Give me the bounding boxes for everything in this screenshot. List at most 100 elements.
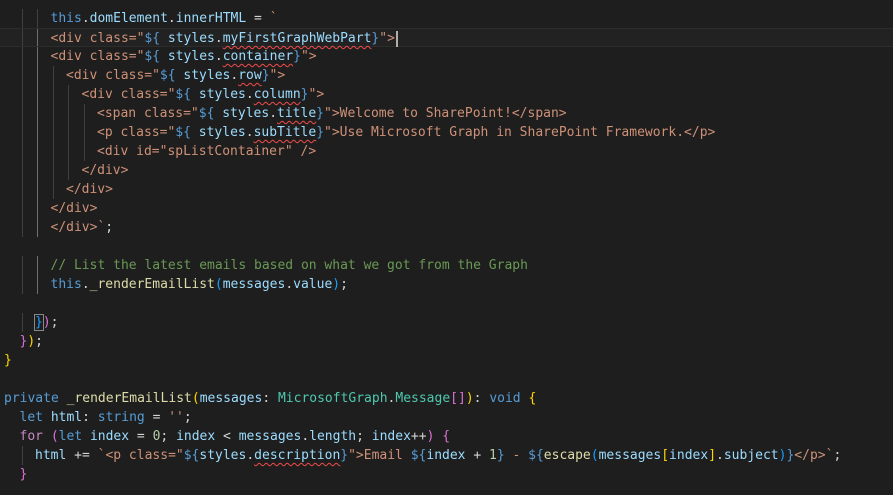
code-line[interactable]: <div class="${ styles.myFirstGraphWebPar…	[0, 28, 893, 47]
code-token: Message	[395, 391, 451, 406]
code-line[interactable]: }	[0, 351, 893, 370]
code-token: value	[293, 277, 333, 292]
code-token: ${	[144, 49, 161, 64]
code-line[interactable]: <p class="${ styles.subTitle}">Use Micro…	[0, 123, 893, 142]
code-line[interactable]: });	[0, 332, 893, 351]
code-line[interactable]: // List the latest emails based on what …	[0, 256, 893, 275]
code-editor[interactable]: this.domElement.innerHTML = ` <div class=…	[0, 0, 893, 495]
code-text: this._renderEmailList(messages.value);	[51, 275, 348, 294]
code-line[interactable]: </div>	[0, 180, 893, 199]
indent-guide	[68, 161, 69, 180]
code-token: _renderEmailList	[66, 391, 192, 406]
code-token: </div>	[66, 182, 113, 197]
code-line[interactable]: this.domElement.innerHTML = `	[0, 9, 893, 28]
code-line[interactable]: </div>	[0, 161, 893, 180]
code-token: .	[81, 11, 90, 26]
code-token: messages	[222, 277, 286, 292]
code-token: )	[27, 334, 36, 349]
code-text: // List the latest emails based on what …	[51, 256, 528, 275]
code-text: <div class="${ styles.column}">	[82, 85, 325, 104]
code-token: html	[50, 410, 83, 425]
code-line[interactable]: for (let index = 0; index < messages.len…	[0, 427, 893, 446]
code-token: length	[309, 429, 357, 444]
code-text: <div id="spListContainer" />	[97, 142, 316, 161]
indent-guide	[52, 85, 54, 104]
code-line[interactable]: </div>`;	[0, 218, 893, 237]
code-token: </div>`	[50, 220, 106, 235]
code-line[interactable]: <div class="${ styles.column}">	[0, 85, 893, 104]
code-token: ;	[35, 334, 43, 349]
code-token: ">	[300, 49, 317, 64]
indent-guide	[37, 256, 38, 275]
code-token: ">Use Microsoft Graph in SharePoint Fram…	[324, 125, 716, 140]
code-token: `<p class="	[97, 448, 184, 463]
code-token: {	[528, 391, 537, 406]
code-token: ${	[198, 106, 215, 121]
code-line[interactable]: }	[0, 465, 893, 484]
indent-guide	[37, 161, 38, 180]
indent-guide	[83, 123, 85, 142]
indent-guide	[37, 180, 38, 199]
code-token: domElement	[89, 11, 168, 26]
indent-guide	[37, 123, 38, 142]
code-token: title	[277, 106, 317, 121]
code-line[interactable]: this._renderEmailList(messages.value);	[0, 275, 893, 294]
code-token: styles	[222, 106, 270, 121]
code-line[interactable]	[0, 237, 893, 256]
code-token: styles	[183, 68, 231, 83]
indent-guide	[68, 123, 69, 142]
indent-guide	[37, 218, 38, 237]
code-line[interactable]: <span class="${ styles.title}">Welcome t…	[0, 104, 893, 123]
indent-guide	[21, 47, 23, 66]
code-line[interactable]	[0, 370, 893, 389]
code-token: styles	[199, 448, 247, 463]
code-token: <div id="spListContainer" />	[97, 144, 317, 159]
code-token: ''	[168, 410, 184, 425]
code-token: }	[293, 49, 301, 64]
code-token: ${	[183, 448, 200, 463]
code-token: .	[285, 277, 294, 292]
code-token: </p>`	[794, 448, 834, 463]
code-text: <p class="${ styles.subTitle}">Use Micro…	[97, 123, 715, 142]
code-token: <p class="	[97, 125, 176, 140]
code-token: let	[58, 429, 83, 444]
code-token: ">Welcome to SharePoint!</span>	[324, 106, 567, 121]
indent-guide	[52, 142, 54, 161]
code-token: }	[316, 106, 324, 121]
indent-guide	[68, 85, 69, 104]
code-token: ${	[175, 87, 192, 102]
code-token: ${	[159, 68, 176, 83]
code-token: myFirstGraphWebPart	[222, 31, 372, 46]
code-token: subject	[723, 448, 779, 463]
code-token: void	[489, 391, 521, 406]
code-token: messages	[199, 391, 263, 406]
code-text: </div>	[66, 180, 113, 199]
code-line[interactable]: <div id="spListContainer" />	[0, 142, 893, 161]
code-token: }	[340, 448, 349, 463]
code-line[interactable]: html += `<p class="${styles.description}…	[0, 446, 893, 465]
indent-guide	[37, 142, 38, 161]
indent-guide	[37, 66, 38, 85]
code-line[interactable]: <div class="${ styles.container}">	[0, 47, 893, 66]
code-token: _renderEmailList	[89, 277, 215, 292]
code-text: });	[34, 313, 58, 332]
code-line[interactable]: </div>	[0, 199, 893, 218]
indent-guide	[68, 142, 69, 161]
code-line[interactable]: let html: string = '';	[0, 408, 893, 427]
code-line[interactable]	[0, 294, 893, 313]
code-line[interactable]: private _renderEmailList(messages: Micro…	[0, 389, 893, 408]
indent-guide	[21, 256, 23, 275]
code-line[interactable]: <div class="${ styles.row}">	[0, 66, 893, 85]
code-token: ;	[340, 277, 348, 292]
code-token: }	[300, 87, 309, 102]
code-line[interactable]: });	[0, 313, 893, 332]
code-token: innerHTML	[175, 11, 247, 26]
indent-guide	[21, 123, 23, 142]
code-token: .	[214, 49, 223, 64]
indent-guide	[83, 104, 85, 123]
code-token: row	[238, 68, 262, 83]
